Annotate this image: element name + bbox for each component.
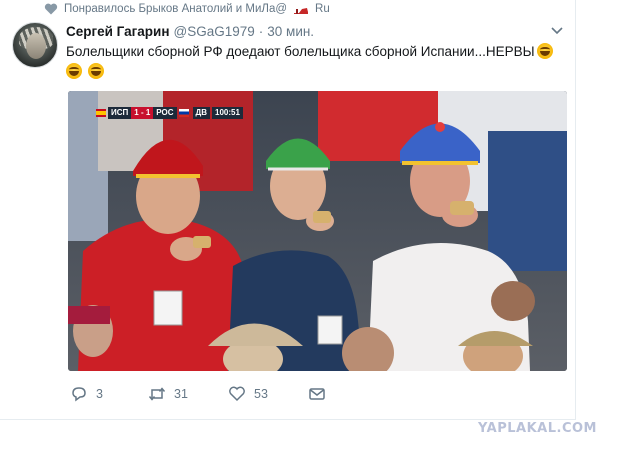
- tweet-actions: 3 31 53: [70, 386, 326, 402]
- tweet-card: Понравилось Брыков Анатолий и МиЛа@ Ru С…: [0, 0, 576, 420]
- clock-label: 100:51: [212, 107, 243, 119]
- reply-button[interactable]: 3: [70, 386, 148, 402]
- score-label: 1 - 1: [131, 107, 154, 119]
- period-label: ДВ: [192, 107, 211, 119]
- direct-message-button[interactable]: [308, 386, 326, 402]
- separator-dot: ·: [258, 24, 264, 39]
- scoreboard: ИСП 1 - 1 РОС ДВ 100:51: [94, 107, 243, 119]
- high-heel-icon: [294, 8, 309, 14]
- retweet-icon: [148, 387, 166, 401]
- spain-flag-icon: [96, 109, 106, 117]
- tweet-text: Болельщики сборной РФ доедают болельщика…: [66, 42, 566, 82]
- tweet-header: Сергей Гагарин @SGaG1979 · 30 мин.: [66, 24, 314, 39]
- laughing-emoji-icon: [66, 63, 82, 79]
- laughing-emoji-icon: [87, 63, 104, 79]
- liked-by-row: Понравилось Брыков Анатолий и МиЛа@ Ru: [44, 2, 330, 16]
- tweet-time[interactable]: 30 мин.: [267, 24, 314, 39]
- avatar[interactable]: [12, 22, 58, 68]
- like-button[interactable]: 53: [228, 386, 308, 402]
- tweet-text-line: Болельщики сборной РФ доедают болельщика…: [66, 44, 535, 59]
- like-count: 53: [254, 387, 268, 401]
- russia-flag-icon: [178, 109, 189, 117]
- author-name[interactable]: Сергей Гагарин: [66, 24, 170, 39]
- retweet-count: 31: [174, 387, 188, 401]
- tweet-photo[interactable]: ИСП 1 - 1 РОС ДВ 100:51: [68, 91, 567, 371]
- heart-outline-icon: [229, 386, 245, 402]
- team1-label: ИСП: [108, 107, 132, 119]
- laughing-emoji-icon: [536, 43, 553, 59]
- reply-icon: [72, 387, 86, 402]
- team2-label: РОС: [153, 107, 177, 119]
- liked-by-suffix: Ru: [315, 3, 330, 15]
- site-watermark: YAPLAKAL.COM: [478, 421, 597, 436]
- fans-photo: [68, 91, 567, 371]
- chevron-down-icon[interactable]: [551, 27, 563, 35]
- envelope-icon: [309, 388, 325, 400]
- retweet-button[interactable]: 31: [148, 386, 228, 402]
- reply-count: 3: [96, 387, 103, 401]
- author-handle[interactable]: @SGaG1979: [174, 24, 255, 39]
- liked-by-text[interactable]: Понравилось Брыков Анатолий и МиЛа@: [64, 3, 287, 15]
- heart-icon: [44, 3, 58, 15]
